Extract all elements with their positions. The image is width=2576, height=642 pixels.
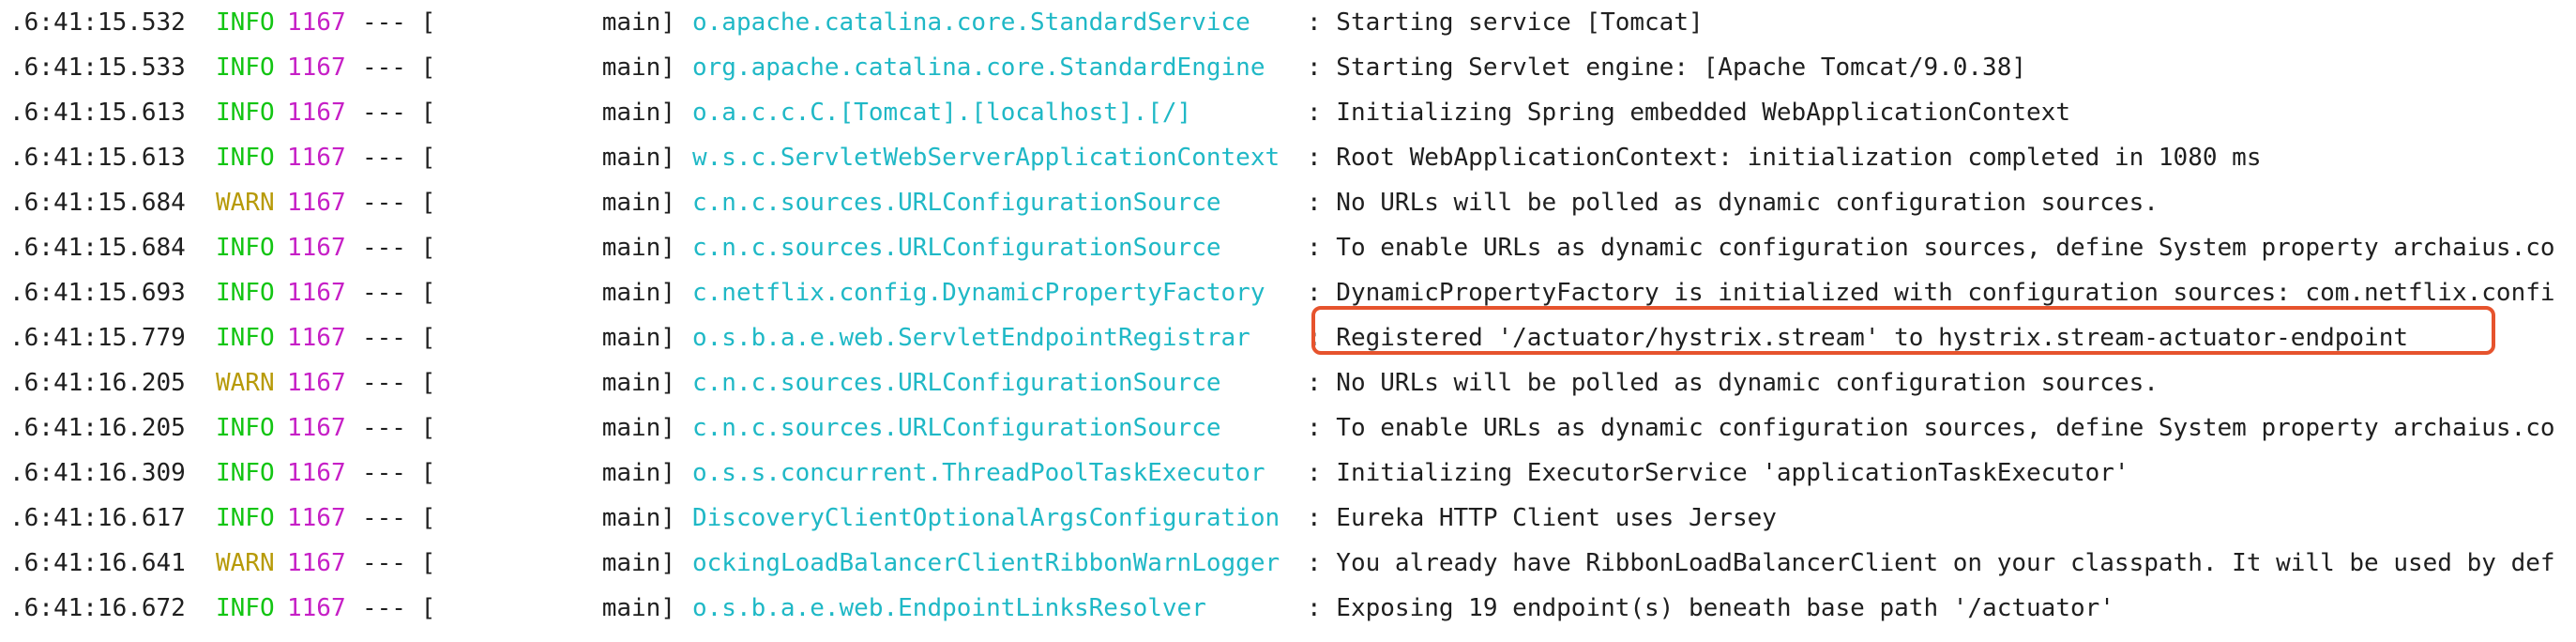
log-thread: main] [601, 99, 675, 127]
log-timestamp: .6:41:15.684 [9, 189, 186, 217]
log-logger: c.n.c.sources.URLConfigurationSource [692, 369, 1221, 397]
log-level: INFO [216, 414, 275, 442]
log-logger: o.a.c.c.C.[Tomcat].[localhost].[/] [692, 99, 1192, 127]
log-message: : To enable URLs as dynamic configuratio… [1307, 414, 2555, 442]
log-level: INFO [216, 144, 275, 172]
log-level: INFO [216, 459, 275, 487]
log-pid: 1167 [287, 549, 346, 577]
log-logger: ockingLoadBalancerClientRibbonWarnLogger [692, 549, 1280, 577]
log-separator: --- [ [362, 594, 436, 622]
log-thread: main] [601, 8, 675, 37]
log-level: INFO [216, 54, 275, 82]
log-level: INFO [216, 99, 275, 127]
log-logger: DiscoveryClientOptionalArgsConfiguration [692, 504, 1280, 532]
log-separator: --- [ [362, 144, 436, 172]
log-timestamp: .6:41:15.613 [9, 144, 186, 172]
log-pid: 1167 [287, 99, 346, 127]
log-logger: c.netflix.config.DynamicPropertyFactory [692, 279, 1265, 307]
log-pid: 1167 [287, 234, 346, 262]
log-thread: main] [601, 144, 675, 172]
log-pid: 1167 [287, 324, 346, 352]
log-message: : Initializing Spring embedded WebApplic… [1307, 99, 2070, 127]
log-logger: c.n.c.sources.URLConfigurationSource [692, 414, 1221, 442]
log-pid: 1167 [287, 459, 346, 487]
log-timestamp: .6:41:16.205 [9, 414, 186, 442]
log-logger: w.s.c.ServletWebServerApplicationContext [692, 144, 1280, 172]
log-timestamp: .6:41:15.533 [9, 54, 186, 82]
log-timestamp: .6:41:15.532 [9, 8, 186, 37]
log-timestamp: .6:41:15.613 [9, 99, 186, 127]
log-message: : You already have RibbonLoadBalancerCli… [1307, 549, 2555, 577]
log-separator: --- [ [362, 369, 436, 397]
log-separator: --- [ [362, 54, 436, 82]
log-thread: main] [601, 594, 675, 622]
log-thread: main] [601, 234, 675, 262]
log-level: INFO [216, 279, 275, 307]
log-separator: --- [ [362, 549, 436, 577]
log-message: : Starting Servlet engine: [Apache Tomca… [1307, 54, 2027, 82]
log-thread: main] [601, 414, 675, 442]
log-message: : No URLs will be polled as dynamic conf… [1307, 369, 2159, 397]
log-separator: --- [ [362, 459, 436, 487]
log-separator: --- [ [362, 189, 436, 217]
log-level: INFO [216, 504, 275, 532]
log-pid: 1167 [287, 414, 346, 442]
log-separator: --- [ [362, 234, 436, 262]
log-separator: --- [ [362, 324, 436, 352]
log-timestamp: .6:41:15.779 [9, 324, 186, 352]
log-level: WARN [216, 369, 275, 397]
log-message: : To enable URLs as dynamic configuratio… [1307, 234, 2555, 262]
log-message: : Initializing ExecutorService 'applicat… [1307, 459, 2129, 487]
log-logger: c.n.c.sources.URLConfigurationSource [692, 189, 1221, 217]
log-pid: 1167 [287, 189, 346, 217]
log-pid: 1167 [287, 504, 346, 532]
log-logger: o.apache.catalina.core.StandardService [692, 8, 1250, 37]
log-logger: c.n.c.sources.URLConfigurationSource [692, 234, 1221, 262]
log-thread: main] [601, 549, 675, 577]
log-separator: --- [ [362, 504, 436, 532]
log-pid: 1167 [287, 8, 346, 37]
log-thread: main] [601, 324, 675, 352]
log-message: : Starting service [Tomcat] [1307, 8, 1704, 37]
log-logger: o.s.b.a.e.web.ServletEndpointRegistrar [692, 324, 1250, 352]
log-message: : Registered '/actuator/hystrix.stream' … [1307, 324, 2408, 352]
log-pid: 1167 [287, 54, 346, 82]
log-timestamp: .6:41:15.693 [9, 279, 186, 307]
log-pid: 1167 [287, 594, 346, 622]
log-message: : DynamicPropertyFactory is initialized … [1307, 279, 2555, 307]
log-thread: main] [601, 504, 675, 532]
log-timestamp: .6:41:16.309 [9, 459, 186, 487]
console-log-output[interactable]: .6:41:15.532 INFO 1167 --- [ main] o.apache.c… [0, 0, 2576, 642]
log-separator: --- [ [362, 99, 436, 127]
log-pid: 1167 [287, 279, 346, 307]
log-separator: --- [ [362, 279, 436, 307]
log-level: INFO [216, 8, 275, 37]
log-timestamp: .6:41:15.684 [9, 234, 186, 262]
log-timestamp: .6:41:16.641 [9, 549, 186, 577]
log-separator: --- [ [362, 414, 436, 442]
log-message: : No URLs will be polled as dynamic conf… [1307, 189, 2159, 217]
log-thread: main] [601, 369, 675, 397]
log-message: : Eureka HTTP Client uses Jersey [1307, 504, 1777, 532]
log-message: : Root WebApplicationContext: initializa… [1307, 144, 2262, 172]
log-level: INFO [216, 594, 275, 622]
log-timestamp: .6:41:16.205 [9, 369, 186, 397]
log-level: INFO [216, 234, 275, 262]
log-level: INFO [216, 324, 275, 352]
log-logger: o.s.s.concurrent.ThreadPoolTaskExecutor [692, 459, 1265, 487]
log-message: : Exposing 19 endpoint(s) beneath base p… [1307, 594, 2114, 622]
log-thread: main] [601, 54, 675, 82]
log-thread: main] [601, 189, 675, 217]
log-pid: 1167 [287, 369, 346, 397]
log-timestamp: .6:41:16.617 [9, 504, 186, 532]
log-thread: main] [601, 279, 675, 307]
log-logger: org.apache.catalina.core.StandardEngine [692, 54, 1265, 82]
log-thread: main] [601, 459, 675, 487]
log-logger: o.s.b.a.e.web.EndpointLinksResolver [692, 594, 1206, 622]
log-separator: --- [ [362, 8, 436, 37]
log-level: WARN [216, 549, 275, 577]
log-timestamp: .6:41:16.672 [9, 594, 186, 622]
log-level: WARN [216, 189, 275, 217]
log-pid: 1167 [287, 144, 346, 172]
